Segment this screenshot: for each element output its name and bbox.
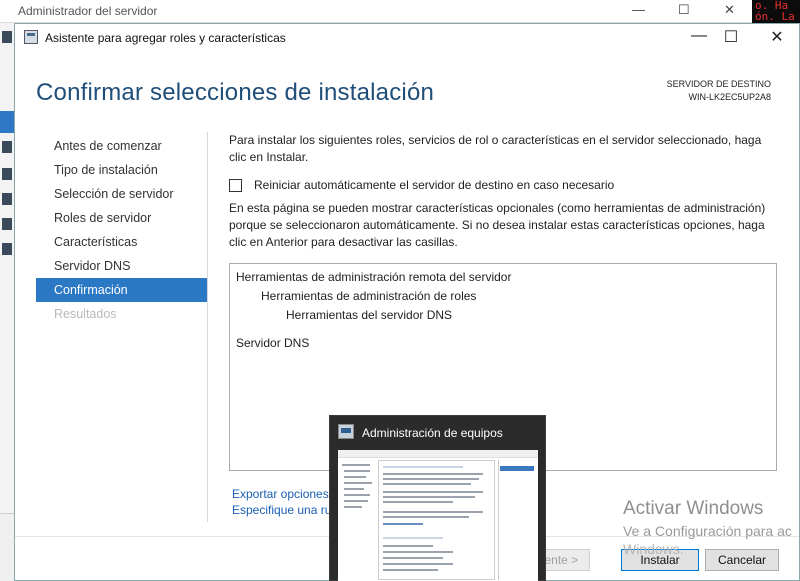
dashboard-icon[interactable] [2,31,12,43]
destination-server-name: WIN-LK2EC5UP2A8 [688,92,771,102]
file-services-icon[interactable] [2,193,12,205]
minimize-icon[interactable]: — [632,2,645,17]
activation-watermark-subtitle-2: Windows. [623,541,684,557]
preview-tree [340,460,376,580]
preview-actions-pane [498,460,536,580]
cancel-button[interactable]: Cancelar [705,549,779,571]
terminal-window-fragment: o. Ha ón. La [752,0,800,23]
tools-icon[interactable] [2,218,12,230]
selection-role-admin-tools: Herramientas de administración de roles [261,289,477,303]
nav-item-before-you-begin[interactable]: Antes de comenzar [36,134,207,158]
nav-item-server-roles[interactable]: Roles de servidor [36,206,207,230]
server-manager-title: Administrador del servidor [18,4,158,18]
server-manager-sidebar [0,23,14,581]
taskbar-thumbnail[interactable]: Administración de equipos [329,415,546,581]
local-server-icon[interactable] [0,111,14,133]
minimize-icon[interactable]: — [684,27,714,45]
wizard-content: Para instalar los siguientes roles, serv… [229,132,779,471]
selection-rsat: Herramientas de administración remota de… [236,270,512,284]
preview-menubar [338,450,538,458]
nav-item-results: Resultados [54,307,117,321]
storage-icon[interactable] [2,243,12,255]
all-servers-icon[interactable] [2,141,12,153]
close-icon[interactable]: ✕ [724,2,735,18]
nav-item-dns-server[interactable]: Servidor DNS [36,254,207,278]
export-settings-link[interactable]: Exportar opciones d [232,487,339,501]
wizard-titlebar: Asistente para agregar roles y caracterí… [15,24,799,51]
terminal-line: ón. La [755,10,795,23]
activation-watermark-title: Activar Windows [623,498,764,519]
thumbnail-preview[interactable] [338,450,538,581]
computer-management-icon [338,424,354,439]
nav-item-confirmation[interactable]: Confirmación [36,278,207,302]
maximize-icon[interactable]: ☐ [716,27,746,47]
maximize-icon[interactable]: ☐ [678,2,690,18]
preview-selected-action [500,466,534,471]
close-icon[interactable]: ✕ [762,27,792,47]
server-manager-bottom-panel [0,513,14,581]
optional-features-text: En esta página se pueden mostrar caracte… [229,201,766,249]
selection-dns-tools: Herramientas del servidor DNS [286,308,453,322]
wizard-app-icon [24,30,38,44]
nav-item-server-selection[interactable]: Selección de servidor [36,182,207,206]
wizard-nav: Antes de comenzar Tipo de instalación Se… [36,134,207,326]
selection-dns-server: Servidor DNS [236,336,310,350]
alternate-source-link[interactable]: Especifique una ru [232,503,331,517]
restart-checkbox-label[interactable]: Reiniciar automáticamente el servidor de… [254,178,614,192]
server-manager-titlebar: Administrador del servidor — ☐ ✕ [0,0,770,23]
nav-item-features[interactable]: Características [36,230,207,254]
destination-label: SERVIDOR DE DESTINO [666,79,771,89]
destination-server-info: SERVIDOR DE DESTINO WIN-LK2EC5UP2A8 [667,78,771,104]
wizard-title: Asistente para agregar roles y caracterí… [45,31,286,45]
nav-item-installation-type[interactable]: Tipo de instalación [36,158,207,182]
restart-checkbox[interactable] [229,179,242,192]
intro-text: Para instalar los siguientes roles, serv… [229,133,762,164]
thumbnail-title: Administración de equipos [362,426,503,440]
nav-divider [207,132,208,522]
preview-main-pane [378,460,495,580]
activation-watermark-subtitle: Ve a Configuración para ac [623,523,792,539]
page-title: Confirmar selecciones de instalación [36,79,435,106]
dns-icon[interactable] [2,168,12,180]
